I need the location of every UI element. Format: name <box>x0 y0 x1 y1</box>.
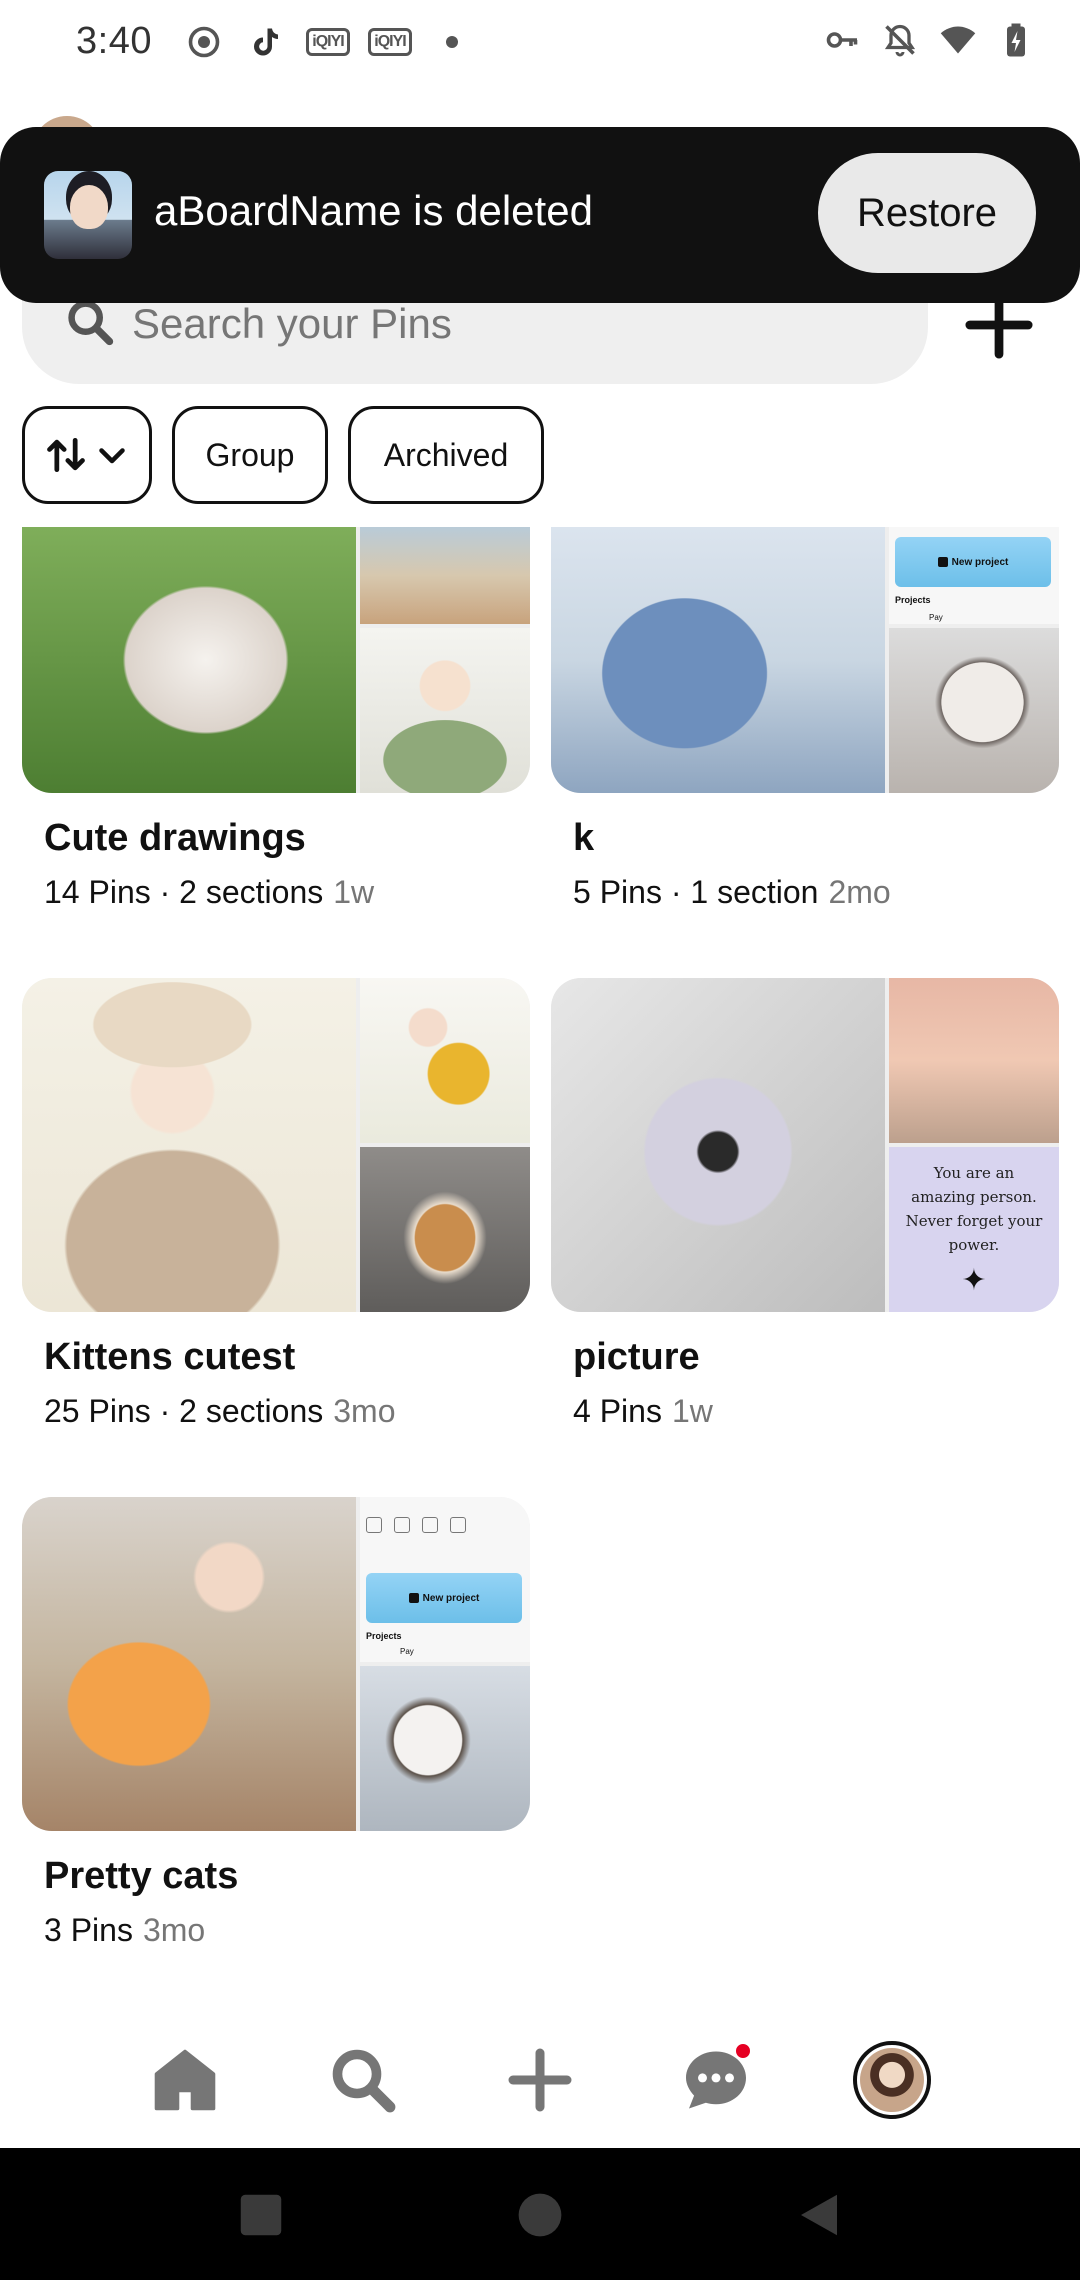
board-cover: You are an amazing person. Never forget … <box>551 978 1059 1312</box>
status-system-icons <box>824 20 1034 60</box>
new-project-preview: New project <box>895 537 1051 587</box>
deleted-board-toast: aBoardName is deleted Restore <box>0 127 1080 303</box>
toast-message: aBoardName is deleted <box>154 187 593 234</box>
record-icon <box>186 22 222 62</box>
board-thumbnail <box>44 171 132 259</box>
new-project-text: New project <box>951 556 1009 568</box>
board-stats: 5 Pins · 1 section <box>573 874 819 910</box>
board-cover-image <box>889 978 1059 1143</box>
recents-icon[interactable] <box>234 2188 288 2242</box>
board-cover-image <box>889 628 1059 793</box>
search-tab[interactable] <box>323 2040 403 2120</box>
board-age: 2mo <box>828 874 891 910</box>
board-card[interactable]: You are an amazing person. Never forget … <box>551 978 1059 1430</box>
filter-chips: Group Archived <box>22 406 544 504</box>
board-meta: 25 Pins · 2 sections 3mo <box>44 1393 530 1430</box>
board-cover: New project Projects Pay <box>22 1497 530 1831</box>
archived-chip[interactable]: Archived <box>348 406 544 504</box>
projects-text: Projects <box>366 1631 402 1641</box>
chevron-down-icon <box>99 448 125 464</box>
tiktok-icon <box>248 22 284 62</box>
board-cover: New project Projects Pay <box>551 527 1059 793</box>
board-meta: 5 Pins · 1 section 2mo <box>573 874 1059 911</box>
system-navigation-bar <box>0 2148 1080 2280</box>
board-title: Pretty cats <box>44 1855 239 1897</box>
board-card[interactable]: Cute drawings 14 Pins · 2 sections 1w <box>22 527 530 911</box>
pay-text: Pay <box>400 1647 414 1656</box>
iqiyi-label: iQIYI <box>368 28 412 56</box>
messages-tab[interactable] <box>676 2040 756 2120</box>
board-stats: 3 Pins <box>44 1912 133 1948</box>
board-cover-image <box>22 527 356 793</box>
search-placeholder: Search your Pins <box>132 300 452 347</box>
board-cover-image: New project Projects Pay <box>889 527 1059 624</box>
quote-text: You are an amazing person. Never forget … <box>905 1164 1043 1254</box>
board-cover-image <box>360 527 530 624</box>
dot-icon <box>434 22 470 62</box>
board-cover-image <box>360 1666 530 1831</box>
board-cover-image <box>22 978 356 1312</box>
board-meta: 4 Pins 1w <box>573 1393 1059 1430</box>
iqiyi-label: iQIYI <box>306 28 350 56</box>
group-chip[interactable]: Group <box>172 406 328 504</box>
board-title: picture <box>573 1336 700 1378</box>
pay-text: Pay <box>929 613 943 622</box>
wifi-icon <box>940 20 976 60</box>
board-age: 3mo <box>333 1393 396 1429</box>
notification-badge <box>734 2042 752 2060</box>
status-notification-icons: iQIYI iQIYI <box>186 22 470 62</box>
board-cover-image <box>360 978 530 1143</box>
board-meta: 14 Pins · 2 sections 1w <box>44 874 530 911</box>
board-title: Cute drawings <box>44 817 306 859</box>
bell-off-icon <box>882 20 918 60</box>
board-stats: 14 Pins · 2 sections <box>44 874 324 910</box>
search-icon <box>332 2049 396 2113</box>
new-project-preview: New project <box>366 1573 522 1623</box>
create-tab[interactable] <box>500 2040 580 2120</box>
new-project-text: New project <box>422 1592 480 1604</box>
search-icon <box>68 300 114 346</box>
create-icon <box>508 2048 572 2112</box>
board-cover <box>22 527 530 793</box>
home-icon <box>154 2049 216 2111</box>
board-card[interactable]: New project Projects Pay k 5 Pins · 1 se… <box>551 527 1059 911</box>
board-title: Kittens cutest <box>44 1336 296 1378</box>
status-time: 3:40 <box>76 20 152 62</box>
home-tab[interactable] <box>145 2040 225 2120</box>
board-cover-image <box>22 1497 356 1831</box>
profile-tab[interactable] <box>852 2040 932 2120</box>
bottom-navigation <box>0 2014 1080 2148</box>
board-cover-image <box>360 1147 530 1312</box>
board-card[interactable]: Kittens cutest 25 Pins · 2 sections 3mo <box>22 978 530 1430</box>
board-age: 3mo <box>142 1912 206 1948</box>
board-age: 1w <box>671 1393 713 1429</box>
back-icon[interactable] <box>792 2188 846 2242</box>
home-button-icon[interactable] <box>513 2188 567 2242</box>
board-meta: 3 Pins 3mo <box>44 1912 530 1949</box>
board-cover-image: New project Projects Pay <box>360 1497 530 1662</box>
board-cover-image: You are an amazing person. Never forget … <box>889 1147 1059 1312</box>
board-cover-image <box>551 527 885 793</box>
status-bar: 3:40 iQIYI iQIYI <box>0 0 1080 88</box>
battery-charging-icon <box>998 20 1034 60</box>
projects-text: Projects <box>895 595 931 605</box>
sparkle-icon: ✦ <box>961 1264 987 1297</box>
iqiyi-icon: iQIYI <box>306 22 350 62</box>
restore-button[interactable]: Restore <box>818 153 1036 273</box>
board-stats: 4 Pins <box>573 1393 662 1429</box>
sort-arrows-icon <box>47 437 85 473</box>
board-card[interactable]: New project Projects Pay Pretty cats 3 P… <box>22 1497 530 1949</box>
board-title: k <box>573 817 595 859</box>
avatar <box>853 2041 931 2119</box>
iqiyi-icon: iQIYI <box>368 22 412 62</box>
key-icon <box>824 20 860 60</box>
board-cover-image <box>551 978 885 1312</box>
board-age: 1w <box>333 874 375 910</box>
board-cover <box>22 978 530 1312</box>
board-cover-image <box>360 628 530 793</box>
board-stats: 25 Pins · 2 sections <box>44 1393 324 1429</box>
sort-button[interactable] <box>22 406 152 504</box>
